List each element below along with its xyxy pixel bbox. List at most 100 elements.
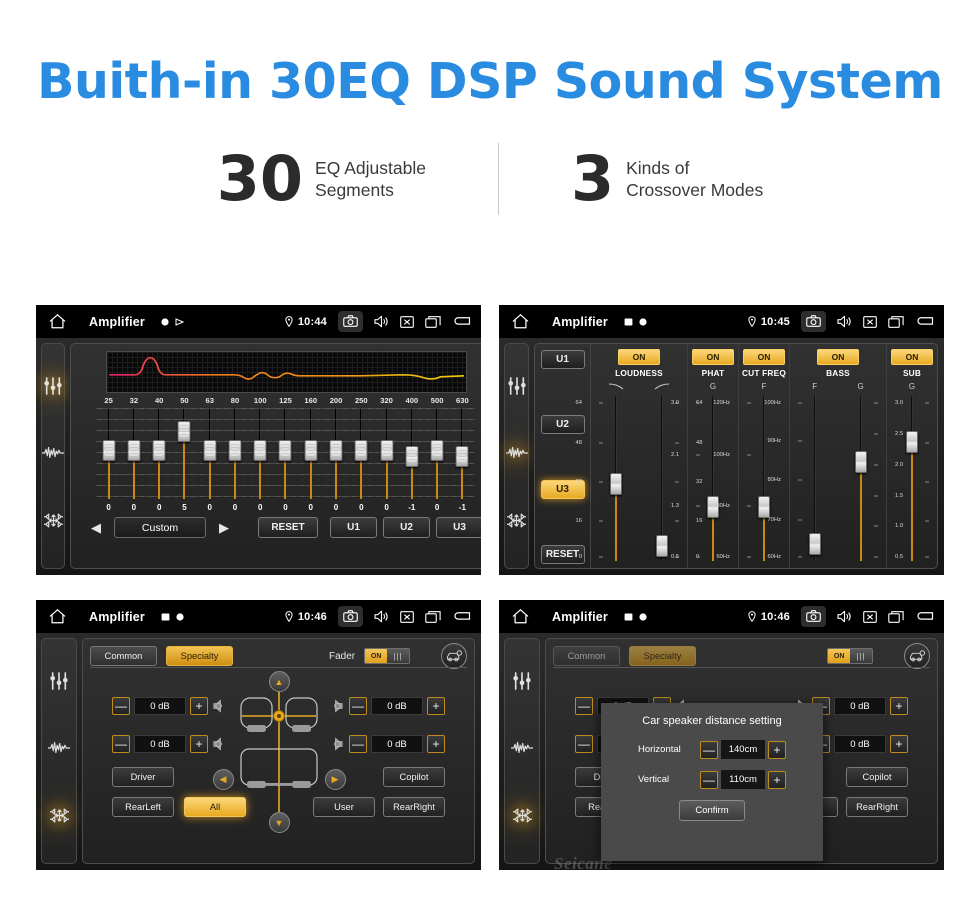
preset-rearright-button[interactable]: RearRight bbox=[383, 797, 445, 817]
recent-apps-icon[interactable] bbox=[425, 610, 441, 623]
close-box-icon[interactable] bbox=[400, 610, 414, 623]
preset-rearleft-button[interactable]: RearLeft bbox=[112, 797, 174, 817]
vertical-minus-button[interactable]: — bbox=[700, 770, 718, 789]
eq-slider-125[interactable] bbox=[272, 406, 299, 501]
horizontal-plus-button[interactable]: + bbox=[768, 740, 786, 759]
rear-left-plus-button[interactable]: + bbox=[190, 735, 208, 753]
eq-slider-400[interactable] bbox=[399, 406, 425, 501]
sidebar-item-crossover[interactable] bbox=[511, 740, 533, 761]
sidebar-item-crossover[interactable] bbox=[42, 445, 64, 466]
sidebar-item-equalizer[interactable] bbox=[512, 671, 532, 695]
phat-on-button[interactable]: ON bbox=[692, 349, 734, 365]
tab-common[interactable]: Common bbox=[90, 646, 157, 666]
phat-slider[interactable]: 3.0 2.1 1.3 0.5 bbox=[671, 393, 736, 564]
bass-freq-slider[interactable]: 100Hz 90Hz 80Hz 70Hz 60Hz bbox=[764, 393, 838, 564]
fader-toggle[interactable]: ON ||| bbox=[827, 648, 874, 664]
vertical-plus-button[interactable]: + bbox=[768, 770, 786, 789]
eq-slider-32[interactable] bbox=[121, 406, 147, 501]
preset-user-button[interactable]: User bbox=[313, 797, 375, 817]
camera-icon[interactable] bbox=[338, 311, 363, 332]
car-settings-icon[interactable] bbox=[904, 643, 930, 669]
eq-slider-25[interactable] bbox=[96, 406, 122, 501]
close-box-icon[interactable] bbox=[863, 315, 877, 328]
volume-icon[interactable] bbox=[837, 610, 852, 623]
preset-copilot-button[interactable]: Copilot bbox=[383, 767, 445, 787]
camera-icon[interactable] bbox=[801, 311, 826, 332]
home-icon[interactable] bbox=[44, 609, 70, 624]
tab-common[interactable]: Common bbox=[553, 646, 620, 666]
back-arrow-icon[interactable] bbox=[915, 315, 934, 328]
front-left-minus-button[interactable]: — bbox=[575, 697, 593, 715]
eq-slider-50[interactable] bbox=[171, 406, 198, 501]
tab-specialty[interactable]: Specialty bbox=[629, 646, 696, 666]
preset-prev-button[interactable]: ◀ bbox=[84, 520, 108, 536]
cutfreq-on-button[interactable]: ON bbox=[743, 349, 785, 365]
sub-on-button[interactable]: ON bbox=[891, 349, 933, 365]
user-preset-u1-button[interactable]: U1 bbox=[540, 350, 585, 369]
volume-icon[interactable] bbox=[374, 315, 389, 328]
close-box-icon[interactable] bbox=[400, 315, 414, 328]
close-box-icon[interactable] bbox=[863, 610, 877, 623]
sub-slider[interactable]: 20 15 10 5 0 bbox=[889, 393, 935, 564]
eq-slider-63[interactable] bbox=[197, 406, 223, 501]
eq-slider-100[interactable] bbox=[247, 406, 273, 501]
back-arrow-icon[interactable] bbox=[452, 315, 471, 328]
eq-slider-500[interactable] bbox=[424, 406, 450, 501]
loudness-on-button[interactable]: ON bbox=[618, 349, 660, 365]
user-preset-u2-button[interactable]: U2 bbox=[540, 415, 585, 434]
rear-right-plus-button[interactable]: + bbox=[890, 735, 908, 753]
fader-toggle[interactable]: ON ||| bbox=[364, 648, 411, 664]
home-icon[interactable] bbox=[44, 314, 70, 329]
front-left-plus-button[interactable]: + bbox=[190, 697, 208, 715]
front-right-minus-button[interactable]: — bbox=[349, 697, 367, 715]
eq-slider-200[interactable] bbox=[323, 406, 349, 501]
rear-right-plus-button[interactable]: + bbox=[427, 735, 445, 753]
preset-rearright-button[interactable]: RearRight bbox=[846, 797, 908, 817]
eq-slider-80[interactable] bbox=[222, 406, 248, 501]
bass-on-button[interactable]: ON bbox=[817, 349, 859, 365]
camera-icon[interactable] bbox=[338, 606, 363, 627]
sidebar-item-balance[interactable] bbox=[43, 511, 64, 535]
front-right-plus-button[interactable]: + bbox=[890, 697, 908, 715]
preset-next-button[interactable]: ▶ bbox=[212, 520, 236, 536]
user-preset-u3-button[interactable]: U3 bbox=[436, 517, 481, 538]
arrow-down-icon[interactable]: ▼ bbox=[268, 812, 290, 833]
confirm-button[interactable]: Confirm bbox=[679, 800, 745, 821]
user-preset-u1-button[interactable]: U1 bbox=[330, 517, 377, 538]
preset-driver-button[interactable]: Driver bbox=[112, 767, 174, 787]
eq-slider-250[interactable] bbox=[348, 406, 374, 501]
reset-button[interactable]: RESET bbox=[258, 517, 318, 538]
car-settings-icon[interactable] bbox=[441, 643, 467, 669]
sidebar-item-balance[interactable] bbox=[49, 806, 70, 830]
recent-apps-icon[interactable] bbox=[888, 610, 904, 623]
arrow-up-icon[interactable]: ▲ bbox=[268, 671, 290, 692]
preset-name[interactable]: Custom bbox=[114, 517, 206, 538]
sidebar-item-balance[interactable] bbox=[512, 806, 533, 830]
tab-specialty[interactable]: Specialty bbox=[166, 646, 233, 666]
rear-left-minus-button[interactable]: — bbox=[575, 735, 593, 753]
loudness-slider-left[interactable]: 64 48 32 16 0 bbox=[576, 393, 639, 564]
arrow-right-icon[interactable]: ▶ bbox=[324, 769, 346, 790]
bass-gain-slider[interactable]: 3.0 2.5 2.0 1.5 1.0 0.5 bbox=[838, 393, 903, 564]
rear-right-minus-button[interactable]: — bbox=[349, 735, 367, 753]
sidebar-item-crossover[interactable] bbox=[48, 740, 70, 761]
sidebar-item-equalizer[interactable] bbox=[43, 376, 63, 400]
front-left-minus-button[interactable]: — bbox=[112, 697, 130, 715]
recent-apps-icon[interactable] bbox=[425, 315, 441, 328]
back-arrow-icon[interactable] bbox=[915, 610, 934, 623]
front-right-plus-button[interactable]: + bbox=[427, 697, 445, 715]
volume-icon[interactable] bbox=[837, 315, 852, 328]
sidebar-item-crossover[interactable] bbox=[505, 445, 528, 466]
rear-left-minus-button[interactable]: — bbox=[112, 735, 130, 753]
back-arrow-icon[interactable] bbox=[452, 610, 471, 623]
sidebar-item-equalizer[interactable] bbox=[507, 376, 527, 400]
volume-icon[interactable] bbox=[374, 610, 389, 623]
preset-all-button[interactable]: All bbox=[184, 797, 246, 817]
eq-slider-160[interactable] bbox=[298, 406, 324, 501]
sidebar-item-balance[interactable] bbox=[506, 511, 527, 535]
sidebar-item-equalizer[interactable] bbox=[49, 671, 69, 695]
home-icon[interactable] bbox=[507, 314, 533, 329]
recent-apps-icon[interactable] bbox=[888, 315, 904, 328]
home-icon[interactable] bbox=[507, 609, 533, 624]
eq-slider-320[interactable] bbox=[373, 406, 400, 501]
